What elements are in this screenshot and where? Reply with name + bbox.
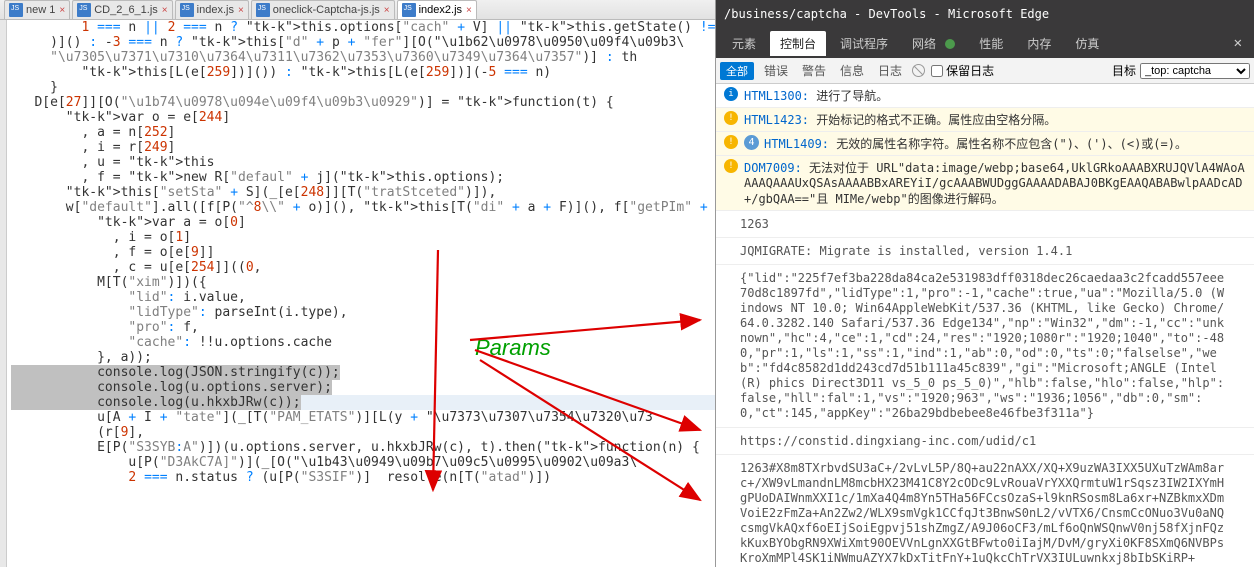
close-icon[interactable]: ×	[466, 5, 472, 16]
tab-cd[interactable]: CD_2_6_1.js ×	[72, 0, 172, 19]
gutter	[0, 20, 7, 567]
target-selector: 目标 _top: captcha	[1112, 62, 1250, 79]
console-msg: i HTML1300: 进行了导航。	[716, 84, 1254, 108]
warn-icon	[724, 135, 738, 149]
menu-performance[interactable]: 性能	[969, 31, 1013, 56]
warn-icon	[724, 111, 738, 125]
console-line: https://constid.dingxiang-inc.com/udid/c…	[716, 428, 1254, 455]
msg-text: HTML1300: 进行了导航。	[744, 87, 888, 104]
file-icon	[402, 3, 416, 17]
target-select[interactable]: _top: captcha	[1140, 63, 1250, 79]
filter-warning[interactable]: 警告	[798, 62, 830, 79]
console-msg: DOM7009: 无法对位于 URL"data:image/webp;base6…	[716, 156, 1254, 211]
info-icon: i	[724, 87, 738, 101]
tab-new1[interactable]: new 1 ×	[4, 0, 70, 19]
menu-elements[interactable]: 元素	[722, 31, 766, 56]
console-msg: HTML1423: 开始标记的格式不正确。属性应由空格分隔。	[716, 108, 1254, 132]
tab-label: index.js	[197, 4, 234, 16]
file-icon	[77, 3, 91, 17]
tab-label: oneclick-Captcha-js.js	[273, 4, 380, 16]
warn-icon	[724, 159, 738, 173]
console-toolbar: 全部 错误 警告 信息 日志 保留日志 目标 _top: captcha	[716, 58, 1254, 84]
devtools-title: /business/captcha - DevTools - Microsoft…	[716, 0, 1254, 28]
console-output[interactable]: i HTML1300: 进行了导航。 HTML1423: 开始标记的格式不正确。…	[716, 84, 1254, 567]
devtools-menubar: 元素 控制台 调试程序 网络 性能 内存 仿真 ✕	[716, 28, 1254, 58]
preserve-label: 保留日志	[946, 62, 994, 79]
record-icon	[945, 39, 955, 49]
tab-index2[interactable]: index2.js ×	[397, 0, 477, 19]
console-msg: 4 HTML1409: 无效的属性名称字符。属性名称不应包含(")、(')、(<…	[716, 132, 1254, 156]
filter-info[interactable]: 信息	[836, 62, 868, 79]
target-label: 目标	[1112, 62, 1136, 79]
menu-label: 网络	[912, 37, 936, 51]
close-devtools-icon[interactable]: ✕	[1228, 35, 1248, 51]
console-line: 1263	[716, 211, 1254, 238]
devtools-panel: /business/captcha - DevTools - Microsoft…	[715, 0, 1254, 567]
file-icon	[9, 3, 23, 17]
msg-text: HTML1409: 无效的属性名称字符。属性名称不应包含(")、(')、(<)或…	[764, 135, 1187, 152]
clear-icon[interactable]	[912, 64, 925, 77]
preserve-log[interactable]: 保留日志	[931, 62, 994, 79]
menu-console[interactable]: 控制台	[770, 31, 826, 56]
code-area: 1 === n || 2 === n ? "tk-k">this.options…	[0, 20, 715, 567]
filter-error[interactable]: 错误	[760, 62, 792, 79]
close-icon[interactable]: ×	[59, 5, 65, 16]
tab-label: CD_2_6_1.js	[94, 4, 158, 16]
tabs-bar: new 1 × CD_2_6_1.js × index.js × oneclick-C…	[0, 0, 715, 20]
msg-text: HTML1423: 开始标记的格式不正确。属性应由空格分隔。	[744, 111, 1056, 128]
tab-index[interactable]: index.js ×	[175, 0, 249, 19]
close-icon[interactable]: ×	[162, 5, 168, 16]
menu-emulation[interactable]: 仿真	[1065, 31, 1109, 56]
file-icon	[180, 3, 194, 17]
close-icon[interactable]: ×	[238, 5, 244, 16]
msg-count-badge: 4	[744, 135, 759, 150]
console-line: JQMIGRATE: Migrate is installed, version…	[716, 238, 1254, 265]
filter-log[interactable]: 日志	[874, 62, 906, 79]
menu-network[interactable]: 网络	[902, 31, 965, 56]
menu-memory[interactable]: 内存	[1017, 31, 1061, 56]
tab-label: new 1	[26, 4, 55, 16]
preserve-checkbox[interactable]	[931, 65, 943, 77]
file-icon	[256, 3, 270, 17]
code-body[interactable]: 1 === n || 2 === n ? "tk-k">this.options…	[7, 20, 778, 567]
tab-label: index2.js	[419, 4, 462, 16]
close-icon[interactable]: ×	[384, 5, 390, 16]
menu-debugger[interactable]: 调试程序	[830, 31, 898, 56]
console-line: {"lid":"225f7ef3ba228da84ca2e531983dff03…	[716, 265, 1254, 428]
filter-all[interactable]: 全部	[720, 62, 754, 80]
tab-oneclick[interactable]: oneclick-Captcha-js.js ×	[251, 0, 395, 19]
console-line: 1263#X8m8TXrbvdSU3aC+/2vLvL5P/8Q+au22nAX…	[716, 455, 1254, 567]
msg-text: DOM7009: 无法对位于 URL"data:image/webp;base6…	[744, 159, 1246, 207]
code-editor: new 1 × CD_2_6_1.js × index.js × oneclick-C…	[0, 0, 715, 567]
